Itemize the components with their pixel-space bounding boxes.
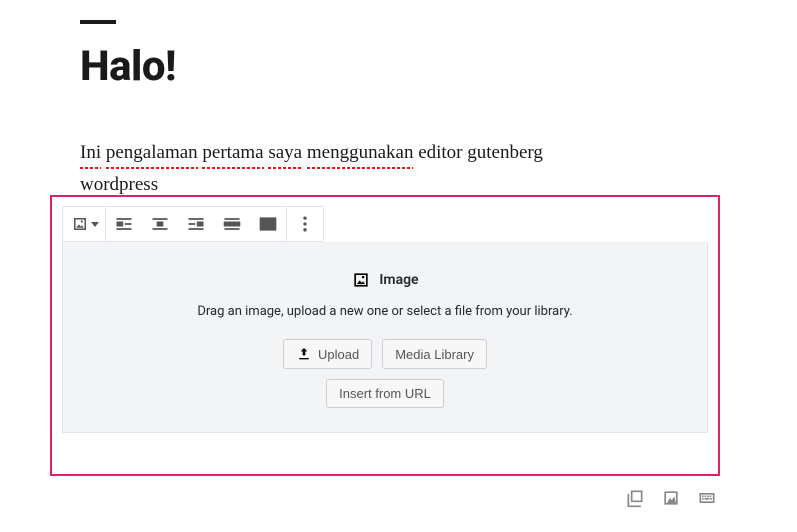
align-wide-icon bbox=[222, 214, 242, 234]
footer-image-button[interactable] bbox=[659, 486, 683, 510]
footer-keyboard-button[interactable] bbox=[695, 486, 719, 510]
page-title[interactable]: Halo! bbox=[80, 42, 747, 91]
footer-gallery-button[interactable] bbox=[623, 486, 647, 510]
image-icon bbox=[71, 215, 89, 233]
upload-icon bbox=[296, 346, 312, 362]
word: menggunakan bbox=[307, 139, 414, 168]
block-type-switcher[interactable] bbox=[63, 207, 105, 241]
block-toolbar bbox=[62, 206, 324, 242]
word: wordpress bbox=[80, 174, 158, 196]
media-library-button[interactable]: Media Library bbox=[382, 339, 487, 369]
align-center-icon bbox=[150, 214, 170, 234]
word: saya bbox=[268, 139, 302, 168]
upload-button[interactable]: Upload bbox=[283, 339, 372, 369]
keyboard-icon bbox=[696, 488, 718, 508]
title-divider bbox=[80, 20, 116, 24]
word: pertama bbox=[202, 139, 263, 168]
more-vertical-icon bbox=[295, 214, 315, 234]
footer-toolbar bbox=[623, 486, 719, 510]
align-left-button[interactable] bbox=[106, 207, 142, 241]
align-right-button[interactable] bbox=[178, 207, 214, 241]
align-left-icon bbox=[114, 214, 134, 234]
image-icon bbox=[351, 270, 371, 290]
insert-from-url-button[interactable]: Insert from URL bbox=[326, 379, 444, 408]
align-full-icon bbox=[258, 214, 278, 234]
post-paragraph[interactable]: Ini pengalaman pertama saya menggunakan … bbox=[80, 139, 747, 168]
word: pengalaman bbox=[106, 139, 198, 168]
upload-button-label: Upload bbox=[318, 347, 359, 362]
align-center-button[interactable] bbox=[142, 207, 178, 241]
chevron-down-icon bbox=[91, 222, 99, 227]
gallery-icon bbox=[625, 488, 645, 508]
placeholder-title: Image bbox=[379, 272, 418, 288]
word: Ini bbox=[80, 139, 101, 168]
align-wide-button[interactable] bbox=[214, 207, 250, 241]
align-right-icon bbox=[186, 214, 206, 234]
placeholder-buttons-row: Upload Media Library bbox=[83, 339, 687, 369]
media-library-button-label: Media Library bbox=[395, 347, 474, 362]
word: editor bbox=[418, 142, 462, 163]
image-block: Image Drag an image, upload a new one or… bbox=[62, 206, 708, 433]
align-full-button[interactable] bbox=[250, 207, 286, 241]
paragraph-continuation[interactable]: wordpress bbox=[80, 174, 747, 196]
image-placeholder[interactable]: Image Drag an image, upload a new one or… bbox=[62, 242, 708, 433]
placeholder-title-row: Image bbox=[83, 270, 687, 290]
word: gutenberg bbox=[467, 142, 543, 163]
insert-from-url-button-label: Insert from URL bbox=[339, 386, 431, 401]
placeholder-instructions: Drag an image, upload a new one or selec… bbox=[83, 304, 687, 319]
placeholder-buttons-row-2: Insert from URL bbox=[83, 379, 687, 408]
image-icon bbox=[661, 488, 681, 508]
more-options-button[interactable] bbox=[287, 207, 323, 241]
